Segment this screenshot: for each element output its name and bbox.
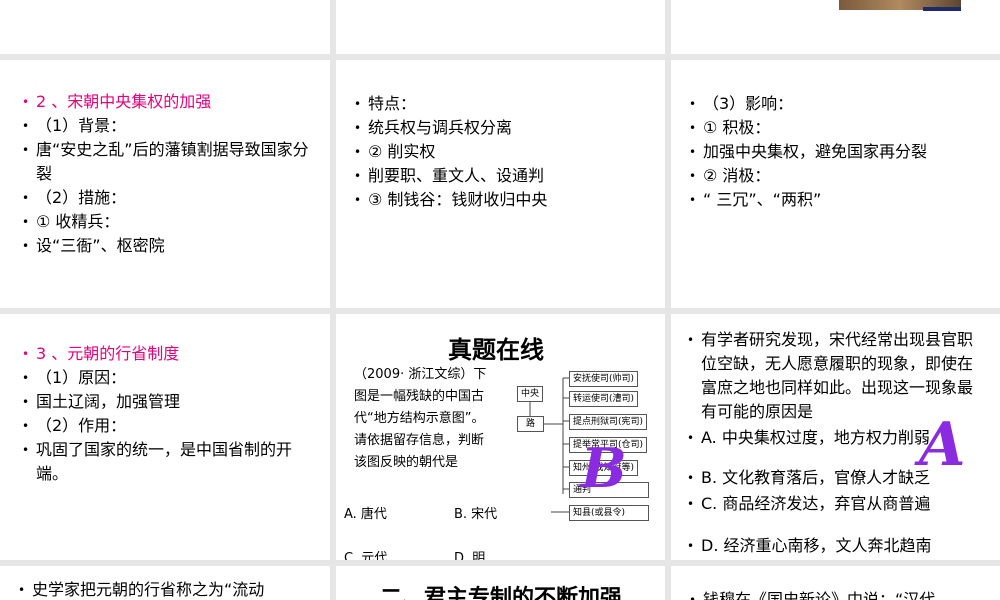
structure-diagram: 中央 路 安抚使司(帅司) 转运使司(漕司) 提点刑狱司(宪司) 提举常平司(仓… [511,364,661,534]
question-text: （2009· 浙江文综）下图是一幅残缺的中国古代“地方结构示意图”。请依据留存信… [354,367,487,470]
slide-exam-question[interactable]: 真题在线 （2009· 浙江文综）下图是一幅残缺的中国古代“地方结构示意图”。请… [336,314,665,560]
slide-title: 真题在线 [448,336,544,364]
list-item: ① 积极： [689,116,989,140]
diagram-box: 安抚使司(帅司) [569,371,639,387]
list-item: 钱穆在《国史新论》中说：“汉代 [689,588,999,600]
list-item: ③ 制钱谷：钱财收归中央 [354,188,654,212]
slide-song-centralization[interactable]: 2 、宋朝中央集权的加强 （1）背景： 唐“安史之乱”后的藩镇割据导致国家分裂 … [0,60,330,308]
option-d: D. 明 [454,551,486,560]
slide-bottom-left[interactable]: 史学家把元朝的行省称之为“流动 [0,566,330,600]
option-a: A. 唐代 [344,507,387,522]
list-item: （3）影响： [689,92,989,116]
list-item: （1）背景： [22,114,322,138]
list-item: 国土辽阔，加强管理 [22,390,322,414]
option-c: C. 元代 [344,551,388,560]
list-item: （2）作用： [22,414,322,438]
answer-mark-b: B [581,436,627,500]
list-item: 加强中央集权，避免国家再分裂 [689,140,989,164]
list-item: 削要职、重文人、设通判 [354,164,654,188]
slide-top-left[interactable] [0,0,330,54]
diagram-box: 转运使司(漕司) [569,391,639,407]
list-item: （2）措施： [22,186,322,210]
slide-question-vacancy[interactable]: 有学者研究发现，宋代经常出现县官职位空缺，无人愿意履职的现象，即使在富庶之地也同… [671,314,1000,560]
list-item: ② 消极： [689,164,989,188]
diagram-box-center: 中央 [517,386,544,402]
slide-top-middle[interactable] [336,0,665,54]
slide-bottom-right[interactable]: 钱穆在《国史新论》中说：“汉代 [671,566,1000,600]
option-b: B. 宋代 [454,507,498,522]
option-d: D. 经济重心南移，文人奔北趋南 [687,534,987,558]
list-item: 设“三衙”、枢密院 [22,234,322,258]
slide-heading: 3 、元朝的行省制度 [22,342,322,366]
diagram-box: 知县(或县令) [569,505,649,521]
diagram-box: 提点刑狱司(宪司) [569,414,648,430]
list-item: 巩固了国家的统一，是中国省制的开端。 [22,438,322,486]
list-item: “ 三冗”、“两积” [689,188,989,212]
slide-features[interactable]: 特点： 统兵权与调兵权分离 ② 削实权 削要职、重文人、设通判 ③ 制钱谷：钱财… [336,60,665,308]
slide-heading: 2 、宋朝中央集权的加强 [22,90,322,114]
diagram-box-road: 路 [517,416,545,432]
list-item: ① 收精兵： [22,210,322,234]
thumbnail-image-bar [923,7,961,11]
list-item: 唐“安史之乱”后的藩镇割据导致国家分裂 [22,138,322,186]
slide-top-right[interactable] [671,0,1000,54]
answer-mark-a: A [919,410,966,480]
option-c: C. 商品经济发达，弃官从商普遍 [687,492,987,516]
slide-yuan-province[interactable]: 3 、元朝的行省制度 （1）原因： 国土辽阔，加强管理 （2）作用： 巩固了国家… [0,314,330,560]
list-item: ② 削实权 [354,140,654,164]
list-item: （1）原因： [22,366,322,390]
slide-title: 二、君主专制的不断加强 [379,586,622,600]
slide-impact[interactable]: （3）影响： ① 积极： 加强中央集权，避免国家再分裂 ② 消极： “ 三冗”、… [671,60,1000,308]
list-item: 史学家把元朝的行省称之为“流动 [18,578,328,600]
list-item: 统兵权与调兵权分离 [354,116,654,140]
slide-bottom-middle[interactable]: 二、君主专制的不断加强 [336,566,665,600]
list-item: 特点： [354,92,654,116]
